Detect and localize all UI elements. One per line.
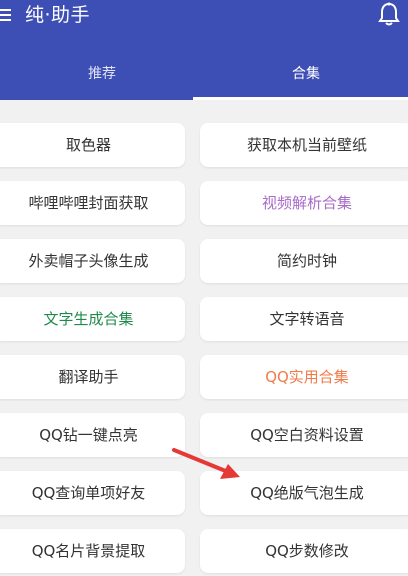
tool-card-qq-diamond-light[interactable]: QQ钻一键点亮 bbox=[0, 413, 185, 457]
bell-icon[interactable] bbox=[378, 2, 400, 28]
tool-card-qq-utilities[interactable]: QQ实用合集 bbox=[200, 355, 408, 399]
tool-card-get-wallpaper[interactable]: 获取本机当前壁纸 bbox=[200, 123, 408, 167]
tool-card-translator[interactable]: 翻译助手 bbox=[0, 355, 185, 399]
tool-card-qq-steps[interactable]: QQ步数修改 bbox=[200, 529, 408, 573]
tool-card-simple-clock[interactable]: 简约时钟 bbox=[200, 239, 408, 283]
tool-card-text-generation[interactable]: 文字生成合集 bbox=[0, 297, 185, 341]
tool-card-takeaway-hat-avatar[interactable]: 外卖帽子头像生成 bbox=[0, 239, 185, 283]
tool-card-text-to-speech[interactable]: 文字转语音 bbox=[200, 297, 408, 341]
tool-card-video-parse[interactable]: 视频解析合集 bbox=[200, 181, 408, 225]
tool-card-qq-card-background[interactable]: QQ名片背景提取 bbox=[0, 529, 185, 573]
tool-card-color-picker[interactable]: 取色器 bbox=[0, 123, 185, 167]
red-arrow-annotation bbox=[172, 446, 244, 482]
tab-recommend[interactable]: 推荐 bbox=[0, 52, 204, 100]
tool-card-qq-friend-query[interactable]: QQ查询单项好友 bbox=[0, 471, 185, 515]
tab-bar: 推荐 合集 bbox=[0, 52, 408, 100]
tool-grid: 取色器 获取本机当前壁纸 哔哩哔哩封面获取 视频解析合集 外卖帽子头像生成 简约… bbox=[0, 100, 408, 576]
tool-card-bilibili-cover[interactable]: 哔哩哔哩封面获取 bbox=[0, 181, 185, 225]
app-bar: 纯·助手 推荐 合集 bbox=[0, 0, 408, 100]
tab-collection[interactable]: 合集 bbox=[204, 52, 408, 100]
menu-icon[interactable] bbox=[0, 8, 12, 22]
app-title: 纯·助手 bbox=[25, 4, 91, 26]
